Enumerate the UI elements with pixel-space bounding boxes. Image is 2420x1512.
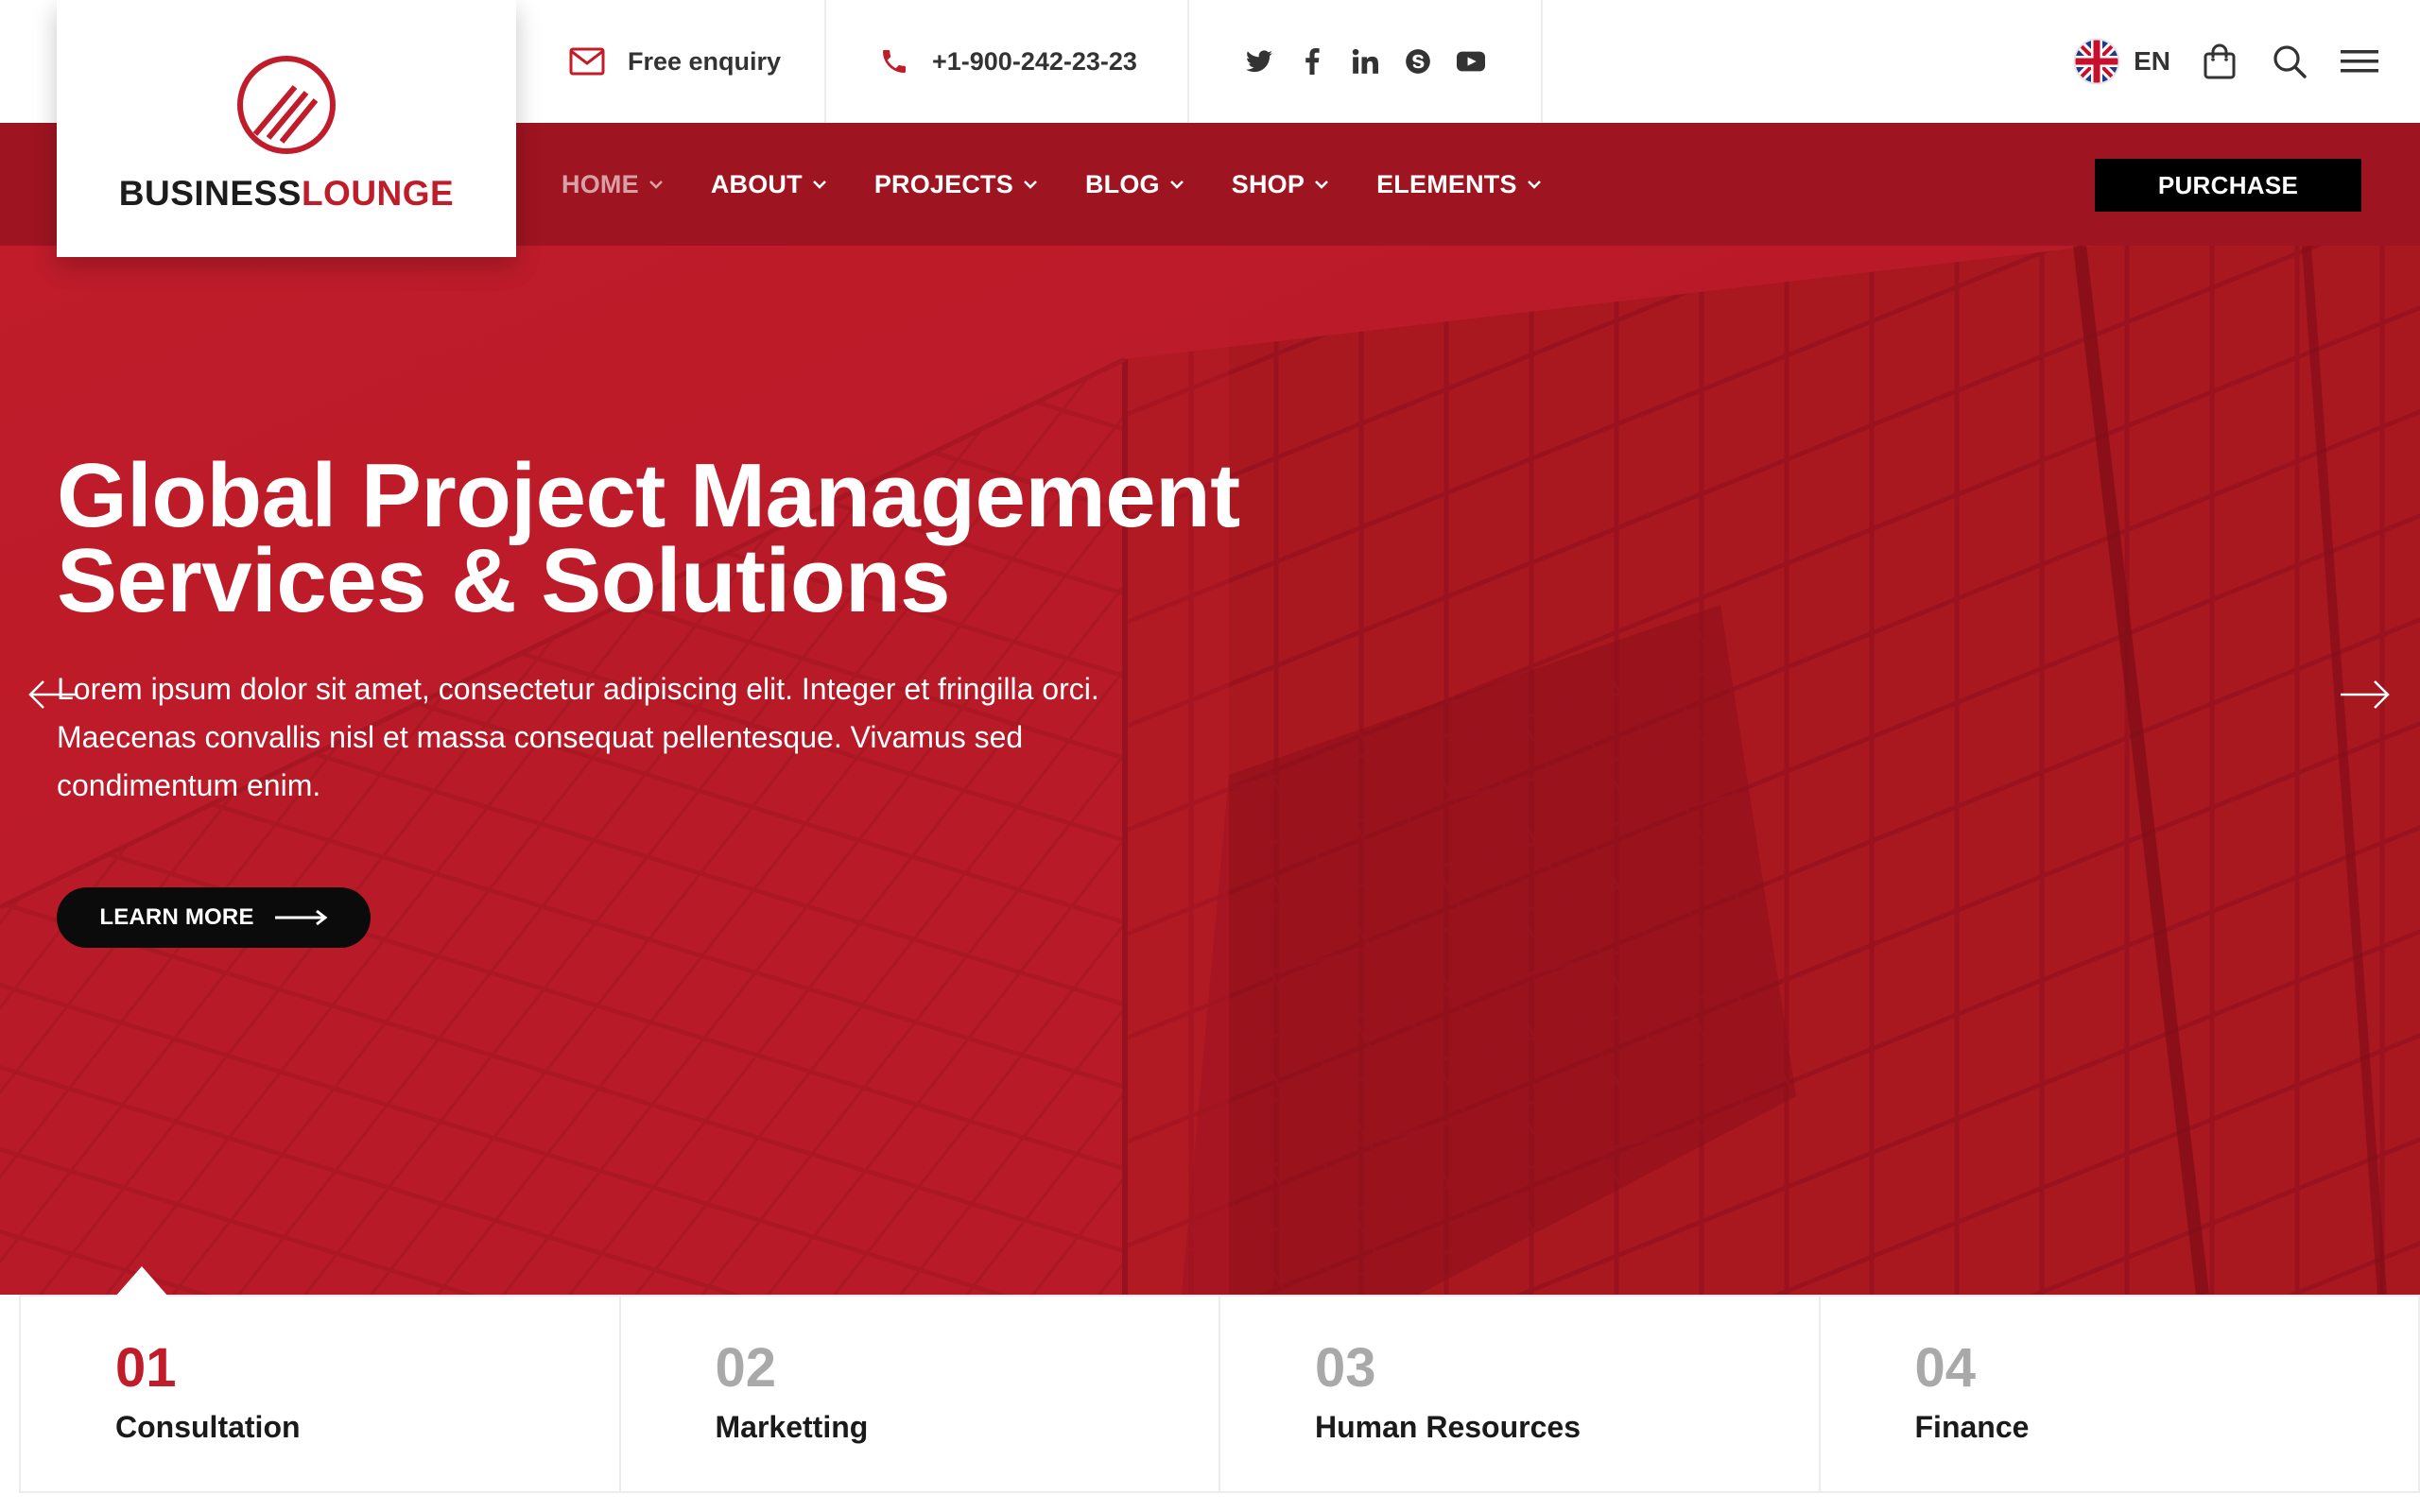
chevron-down-icon	[648, 180, 663, 189]
linkedin-icon[interactable]	[1350, 46, 1380, 77]
service-tab-finance[interactable]: 04 Finance	[1821, 1297, 2419, 1491]
phone-link[interactable]: +1-900-242-23-23	[826, 0, 1189, 123]
nav-label: BLOG	[1084, 169, 1160, 198]
service-name: Marketting	[715, 1410, 869, 1444]
chevron-down-icon	[1527, 180, 1541, 189]
slider-prev-arrow[interactable]	[23, 676, 83, 713]
service-name: Finance	[1914, 1410, 2030, 1444]
purchase-button[interactable]: PURCHASE	[2095, 159, 2361, 212]
free-enquiry-label: Free enquiry	[628, 46, 782, 76]
nav-label: ABOUT	[710, 169, 803, 198]
hero-title: Global Project Management Services & Sol…	[57, 445, 1380, 631]
nav-item-shop[interactable]: SHOP	[1232, 170, 1329, 199]
envelope-icon	[569, 47, 605, 76]
learn-more-button[interactable]: LEARN MORE	[57, 887, 371, 948]
uk-flag-icon	[2073, 38, 2120, 85]
main-nav: HOME ABOUT PROJECTS BLOG SHOP ELEMENTS	[562, 123, 1589, 246]
hero-slider: Global Project Management Services & Sol…	[0, 246, 2420, 1295]
chevron-down-icon	[1315, 180, 1328, 189]
nav-item-elements[interactable]: ELEMENTS	[1376, 170, 1542, 199]
service-number: 01	[115, 1337, 177, 1399]
nav-label: HOME	[562, 169, 639, 198]
logo-word-business: BUSINESS	[118, 174, 302, 213]
nav-label: SHOP	[1231, 169, 1305, 198]
shopping-bag-icon[interactable]	[2199, 41, 2240, 82]
service-name: Consultation	[115, 1410, 301, 1444]
active-tab-pointer	[115, 1266, 168, 1297]
nav-item-projects[interactable]: PROJECTS	[874, 170, 1038, 199]
phone-icon	[883, 50, 906, 73]
nav-item-blog[interactable]: BLOG	[1085, 170, 1184, 199]
service-number: 02	[715, 1337, 777, 1399]
menu-icon[interactable]	[2339, 41, 2380, 82]
hero-title-line-1: Global Project Management	[57, 445, 1240, 546]
service-number: 04	[1914, 1337, 1977, 1399]
chevron-down-icon	[1169, 180, 1184, 189]
nav-item-home[interactable]: HOME	[562, 170, 664, 199]
arrow-right-icon	[274, 909, 328, 926]
search-icon[interactable]	[2269, 41, 2310, 82]
hero-description: Lorem ipsum dolor sit amet, consectetur …	[57, 672, 1099, 802]
topbar-tools: EN	[2073, 0, 2380, 123]
free-enquiry-link[interactable]: Free enquiry	[516, 0, 826, 123]
skype-icon[interactable]	[1403, 46, 1433, 77]
logo-mark-icon	[237, 56, 336, 154]
arrow-right-icon	[2341, 680, 2390, 709]
arrow-left-icon	[28, 680, 78, 709]
hero-title-line-2: Services & Solutions	[57, 530, 950, 631]
service-tabs: 01 Consultation 02 Marketting 03 Human R…	[19, 1266, 2420, 1493]
service-tab-consultation[interactable]: 01 Consultation	[21, 1266, 621, 1491]
service-number: 03	[1315, 1337, 1376, 1399]
phone-number: +1-900-242-23-23	[932, 46, 1137, 76]
slider-next-arrow[interactable]	[2335, 676, 2395, 713]
service-tab-marketting[interactable]: 02 Marketting	[621, 1297, 1220, 1491]
service-name: Human Resources	[1315, 1410, 1581, 1444]
facebook-icon[interactable]	[1297, 46, 1327, 77]
chevron-down-icon	[1024, 180, 1037, 189]
social-links	[1189, 0, 1543, 123]
chevron-down-icon	[812, 180, 826, 189]
service-tab-human-resources[interactable]: 03 Human Resources	[1220, 1297, 1821, 1491]
nav-label: PROJECTS	[873, 169, 1013, 198]
twitter-icon[interactable]	[1244, 46, 1274, 77]
language-selector[interactable]: EN	[2073, 38, 2170, 85]
logo-wordmark: BUSINESSLOUNGE	[119, 174, 454, 214]
youtube-icon[interactable]	[1456, 46, 1486, 77]
logo-word-lounge: LOUNGE	[301, 174, 455, 213]
language-code: EN	[2134, 46, 2170, 76]
site-logo[interactable]: BUSINESSLOUNGE	[57, 0, 516, 257]
nav-label: ELEMENTS	[1376, 169, 1517, 198]
learn-more-label: LEARN MORE	[99, 904, 254, 930]
nav-item-about[interactable]: ABOUT	[711, 170, 827, 199]
